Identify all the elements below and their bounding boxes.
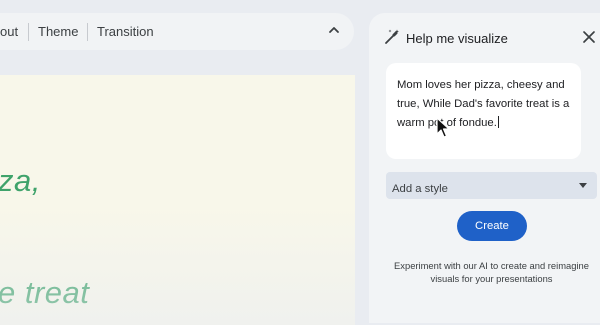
create-button[interactable]: Create (457, 211, 527, 241)
help-me-visualize-panel: Help me visualize Mom loves her pizza, c… (369, 13, 600, 323)
text-caret (497, 116, 499, 128)
slide-canvas[interactable]: za, e treat (0, 75, 355, 325)
toolbar-theme-button[interactable]: Theme (38, 24, 78, 39)
toolbar-transition-button[interactable]: Transition (97, 24, 154, 39)
mouse-pointer-icon (436, 117, 450, 138)
dropdown-arrow-icon (579, 183, 587, 188)
toolbar-divider (87, 23, 88, 41)
chevron-up-icon[interactable] (326, 22, 342, 38)
prompt-input[interactable]: Mom loves her pizza, cheesy and true, Wh… (386, 63, 581, 159)
toolbar-layout-button[interactable]: out (0, 24, 18, 39)
slides-toolbar: out Theme Transition (0, 13, 354, 50)
toolbar-divider (28, 23, 29, 41)
style-dropdown-label: Add a style (392, 183, 448, 195)
slide-text-line[interactable]: za, (0, 163, 41, 199)
panel-footnote: Experiment with our AI to create and rei… (394, 260, 589, 284)
magic-wand-icon (385, 29, 399, 44)
close-icon[interactable] (582, 30, 596, 44)
prompt-text[interactable]: Mom loves her pizza, cheesy and true, Wh… (397, 79, 569, 129)
style-dropdown[interactable]: Add a style (386, 172, 597, 199)
slide-text-line[interactable]: e treat (0, 275, 89, 311)
panel-title: Help me visualize (406, 31, 508, 46)
